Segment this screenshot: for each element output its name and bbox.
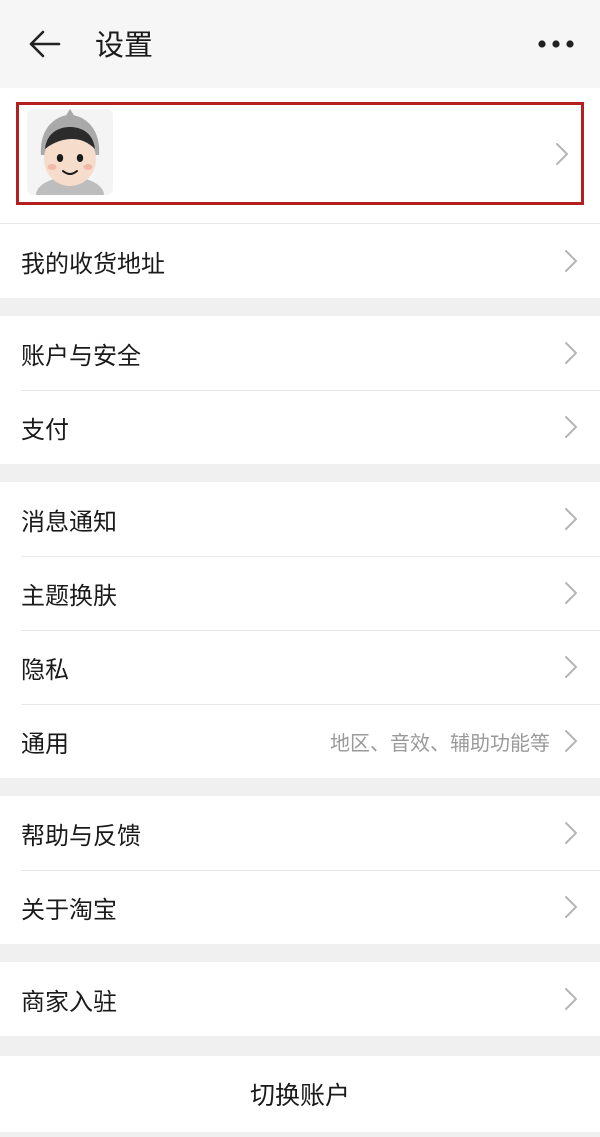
menu-item-address[interactable]: 我的收货地址	[0, 224, 600, 298]
address-section: 我的收货地址	[0, 224, 600, 298]
section-divider	[0, 298, 600, 316]
chevron-right-icon	[556, 142, 568, 165]
section-divider	[0, 944, 600, 962]
top-bar: 设置	[0, 0, 600, 88]
back-arrow-icon[interactable]	[28, 28, 62, 60]
preferences-section: 消息通知 主题换肤 隐私 通用 地区、音效、辅助功能等	[0, 482, 600, 778]
switch-account-button[interactable]: 切换账户	[0, 1056, 600, 1132]
menu-item-hint: 地区、音效、辅助功能等	[330, 730, 550, 755]
account-section: 账户与安全 支付	[0, 316, 600, 464]
section-divider	[0, 778, 600, 796]
menu-item-about[interactable]: 关于淘宝	[0, 870, 600, 944]
menu-item-label: 通用	[21, 729, 69, 758]
section-divider	[0, 464, 600, 482]
chevron-right-icon	[565, 416, 577, 438]
menu-item-label: 消息通知	[21, 507, 117, 536]
merchant-section: 商家入驻	[0, 962, 600, 1036]
more-dots-icon[interactable]	[536, 30, 576, 58]
chevron-right-icon	[565, 896, 577, 918]
menu-item-label: 隐私	[21, 655, 69, 684]
section-divider	[0, 1036, 600, 1056]
menu-item-privacy[interactable]: 隐私	[0, 630, 600, 704]
avatar-cartoon-icon	[27, 108, 113, 195]
chevron-right-icon	[565, 730, 577, 752]
chevron-right-icon	[565, 582, 577, 604]
chevron-right-icon	[565, 988, 577, 1010]
menu-item-label: 账户与安全	[21, 341, 141, 370]
menu-item-label: 我的收货地址	[21, 249, 165, 278]
menu-item-notifications[interactable]: 消息通知	[0, 482, 600, 556]
chevron-right-icon	[565, 342, 577, 364]
menu-item-help-feedback[interactable]: 帮助与反馈	[0, 796, 600, 870]
menu-item-account-security[interactable]: 账户与安全	[0, 316, 600, 390]
chevron-right-icon	[565, 656, 577, 678]
support-section: 帮助与反馈 关于淘宝	[0, 796, 600, 944]
menu-item-label: 支付	[21, 415, 69, 444]
menu-item-label: 帮助与反馈	[21, 821, 141, 850]
menu-item-merchant[interactable]: 商家入驻	[0, 962, 600, 1036]
page-title: 设置	[95, 28, 154, 62]
chevron-right-icon	[565, 822, 577, 844]
menu-item-payment[interactable]: 支付	[0, 390, 600, 464]
menu-item-general[interactable]: 通用 地区、音效、辅助功能等	[0, 704, 600, 778]
menu-item-label: 关于淘宝	[21, 895, 117, 924]
chevron-right-icon	[565, 508, 577, 530]
menu-item-label: 商家入驻	[21, 987, 117, 1016]
menu-item-theme[interactable]: 主题换肤	[0, 556, 600, 630]
avatar	[27, 108, 113, 195]
profile-section	[0, 88, 600, 224]
chevron-right-icon	[565, 250, 577, 272]
profile-row[interactable]	[16, 102, 584, 205]
menu-item-label: 主题换肤	[21, 581, 117, 610]
